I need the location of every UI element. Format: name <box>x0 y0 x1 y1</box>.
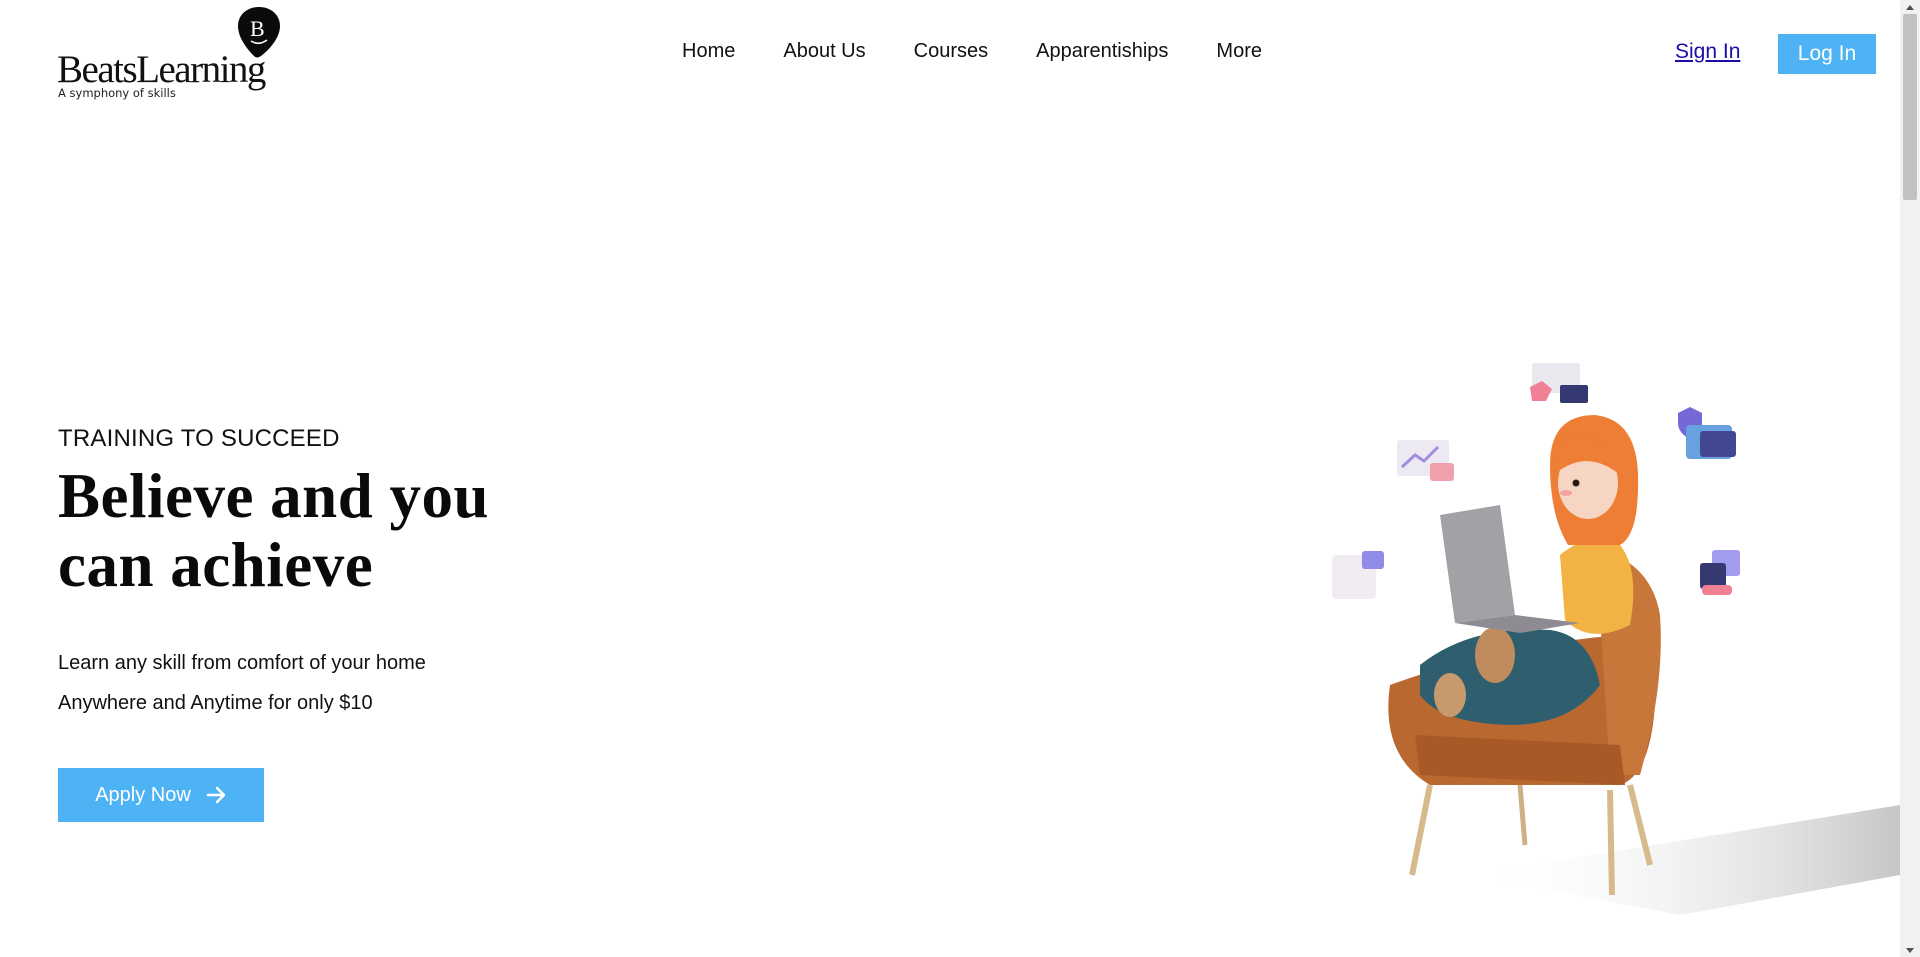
nav-about-us[interactable]: About Us <box>783 40 865 63</box>
scroll-up-arrow-icon[interactable] <box>1900 0 1920 14</box>
apply-now-label: Apply Now <box>95 783 191 806</box>
scroll-thumb[interactable] <box>1903 14 1917 200</box>
hero-subtext-2: Anywhere and Anytime for only $10 <box>58 692 373 714</box>
hero-subtext-1: Learn any skill from comfort of your hom… <box>58 652 426 674</box>
hero-eyebrow: TRAINING TO SUCCEED <box>58 425 340 452</box>
scroll-down-arrow-icon[interactable] <box>1900 943 1920 957</box>
page-scrollbar[interactable] <box>1900 0 1920 957</box>
site-header: B BeatsLearning A symphony of skills Hom… <box>0 0 1900 110</box>
hero-headline: Believe and you can achieve <box>58 461 490 600</box>
brand-tagline: A symphony of skills <box>58 86 176 100</box>
nav-apprenticeships[interactable]: Apparentiships <box>1036 40 1168 63</box>
apply-now-button[interactable]: Apply Now <box>58 768 264 822</box>
girl-with-laptop-in-armchair-illustration <box>1332 363 1900 915</box>
sign-in-link[interactable]: Sign In <box>1675 40 1740 64</box>
nav-home[interactable]: Home <box>682 40 735 63</box>
log-in-button[interactable]: Log In <box>1778 34 1876 74</box>
arrow-right-icon <box>206 786 226 804</box>
brand-logo[interactable]: B BeatsLearning A symphony of skills <box>57 6 287 106</box>
floating-ui-cards <box>1332 363 1740 599</box>
logo-monogram: B <box>250 16 265 41</box>
main-nav: Home About Us Courses Apparentiships Mor… <box>658 40 1286 63</box>
nav-more[interactable]: More <box>1216 40 1262 63</box>
nav-courses[interactable]: Courses <box>914 40 988 63</box>
